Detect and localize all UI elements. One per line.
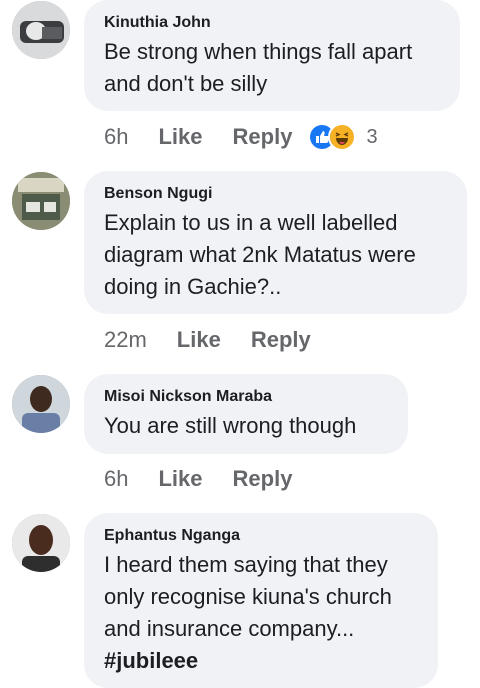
comment-actions: 6h Like Reply 3 (104, 122, 378, 152)
reactions-summary[interactable]: 3 (308, 123, 378, 151)
like-button[interactable]: Like (158, 124, 202, 150)
comment-bubble: Ephantus Nganga I heard them saying that… (84, 513, 438, 688)
avatar-photo-icon (12, 1, 70, 59)
avatar-photo-icon (12, 514, 70, 572)
comment-author[interactable]: Kinuthia John (104, 13, 440, 33)
avatar[interactable] (12, 514, 70, 572)
comment-text: Explain to us in a well labelled diagram… (104, 210, 416, 299)
comment-bubble: Misoi Nickson Maraba You are still wrong… (84, 374, 408, 454)
comment-text: I heard them saying that they only recog… (104, 552, 392, 641)
comment-text: You are still wrong though (104, 413, 357, 438)
reply-button[interactable]: Reply (251, 327, 311, 353)
comment-author[interactable]: Benson Ngugi (104, 184, 447, 204)
avatar-photo-icon (12, 172, 70, 230)
comment-timestamp[interactable]: 6h (104, 466, 128, 492)
comment-author[interactable]: Ephantus Nganga (104, 526, 418, 546)
comment-timestamp[interactable]: 22m (104, 327, 147, 353)
like-button[interactable]: Like (158, 466, 202, 492)
comment-actions: 6h Like Reply (104, 464, 292, 494)
comment-bubble: Benson Ngugi Explain to us in a well lab… (84, 171, 467, 314)
avatar[interactable] (12, 1, 70, 59)
hashtag-link[interactable]: #jubileee (104, 645, 418, 677)
avatar[interactable] (12, 375, 70, 433)
comment-text: Be strong when things fall apart and don… (104, 39, 413, 96)
like-button[interactable]: Like (177, 327, 221, 353)
reply-button[interactable]: Reply (233, 466, 293, 492)
reply-button[interactable]: Reply (233, 124, 293, 150)
comment-actions: 22m Like Reply (104, 325, 311, 355)
comment-timestamp[interactable]: 6h (104, 124, 128, 150)
comment-bubble: Kinuthia John Be strong when things fall… (84, 0, 460, 111)
avatar-photo-icon (12, 375, 70, 433)
avatar[interactable] (12, 172, 70, 230)
reaction-count: 3 (366, 125, 378, 148)
comment-author[interactable]: Misoi Nickson Maraba (104, 387, 388, 407)
haha-icon (328, 123, 357, 151)
